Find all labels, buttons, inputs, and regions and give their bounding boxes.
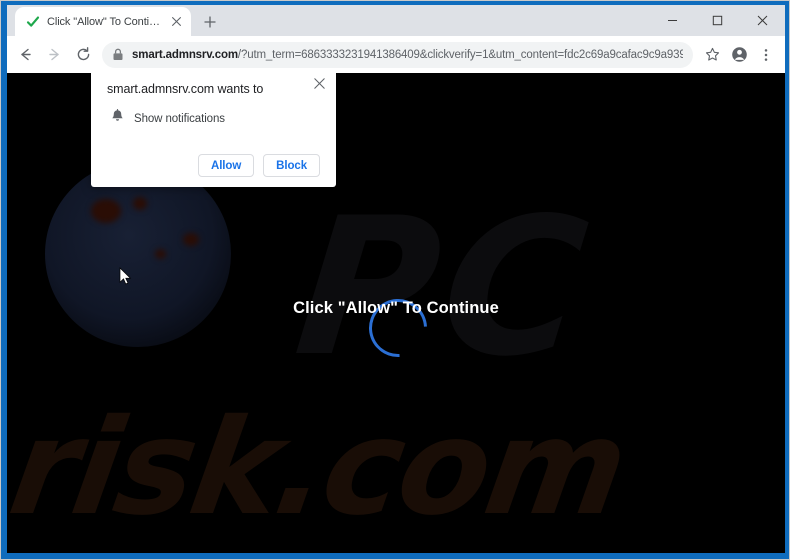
minimize-button[interactable] <box>650 5 695 36</box>
bell-icon <box>111 109 124 128</box>
dialog-permission-label: Show notifications <box>134 112 225 125</box>
browser-window-frame: Click "Allow" To Continue smart.admnsrv.… <box>0 0 790 560</box>
block-button[interactable]: Block <box>263 154 320 177</box>
browser-toolbar: smart.admnsrv.com/?utm_term=686333323194… <box>7 36 785 73</box>
reload-button[interactable] <box>69 41 97 69</box>
browser-menu-icon[interactable] <box>753 42 779 68</box>
browser-tab[interactable]: Click "Allow" To Continue <box>15 7 191 36</box>
background-watermark-primary: PC <box>287 177 602 398</box>
back-button[interactable] <box>11 41 39 69</box>
address-bar[interactable]: smart.admnsrv.com/?utm_term=686333323194… <box>102 41 693 68</box>
close-button[interactable] <box>740 5 785 36</box>
lock-icon[interactable] <box>109 46 126 63</box>
mouse-cursor <box>119 267 132 285</box>
orb-spot <box>183 233 199 246</box>
profile-avatar-icon[interactable] <box>726 42 752 68</box>
address-bar-text: smart.admnsrv.com/?utm_term=686333323194… <box>132 49 683 61</box>
dialog-actions: Allow Block <box>107 154 320 177</box>
dialog-permission-row: Show notifications <box>107 109 320 128</box>
url-path: /?utm_term=6863333231941386409&clickveri… <box>237 48 683 61</box>
tab-strip: Click "Allow" To Continue <box>7 5 785 36</box>
url-host: smart.admnsrv.com <box>132 48 238 61</box>
forward-button <box>40 41 68 69</box>
page-headline: Click "Allow" To Continue <box>293 299 499 317</box>
page-viewport: PC risk.com Click "Allow" To Continue sm… <box>7 73 785 553</box>
allow-button[interactable]: Allow <box>198 154 255 177</box>
orb-spot <box>155 249 166 259</box>
orb-spot <box>133 197 147 210</box>
tab-title: Click "Allow" To Continue <box>47 15 161 28</box>
browser-window: Click "Allow" To Continue smart.admnsrv.… <box>7 5 785 553</box>
notification-permission-dialog: smart.admnsrv.com wants to Show notifica… <box>91 73 336 187</box>
window-controls <box>650 5 785 36</box>
new-tab-button[interactable] <box>197 9 223 35</box>
orb-spot <box>91 199 121 223</box>
green-check-icon <box>25 14 40 29</box>
dialog-title: smart.admnsrv.com wants to <box>107 82 264 96</box>
dialog-close-icon[interactable] <box>311 75 327 91</box>
bookmark-star-icon[interactable] <box>699 42 725 68</box>
maximize-button[interactable] <box>695 5 740 36</box>
background-watermark-secondary: risk.com <box>7 391 635 545</box>
tab-close-icon[interactable] <box>168 14 184 30</box>
background-orb-graphic <box>45 161 231 347</box>
